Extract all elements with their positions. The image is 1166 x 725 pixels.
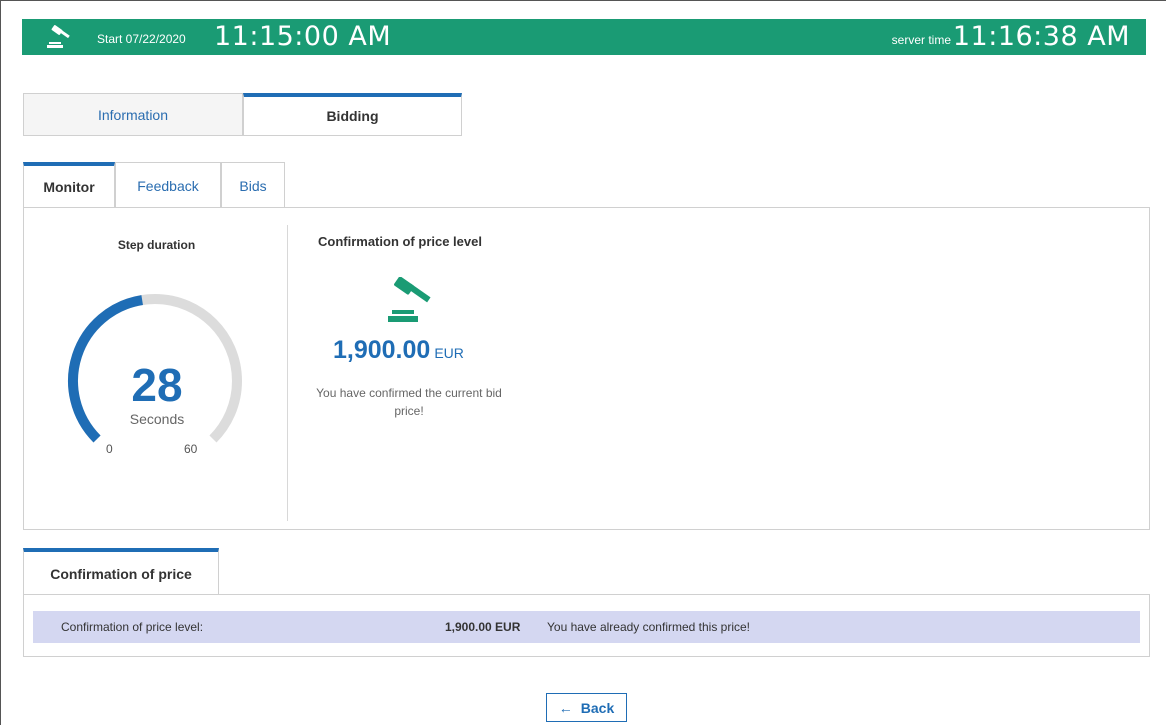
gauge-min-label: 0 <box>106 442 113 456</box>
start-time: 11:15:00 AM <box>214 21 392 52</box>
tab-bids[interactable]: Bids <box>221 162 285 208</box>
server-time: 11:16:38 AM <box>952 21 1130 52</box>
row-label: Confirmation of price level: <box>61 620 204 634</box>
start-date-label: Start 07/22/2020 <box>97 32 186 46</box>
confirmation-title: Confirmation of price level <box>318 234 482 249</box>
arrow-left-icon: ← <box>558 699 573 716</box>
gavel-icon <box>388 277 431 322</box>
step-duration-title: Step duration <box>117 238 196 252</box>
back-button[interactable]: ← Back <box>546 693 627 722</box>
window-border-top <box>0 0 1166 1</box>
row-amount: 1,900.00 EUR <box>445 620 521 634</box>
confirmed-price: 1,900.00 EUR <box>333 336 464 365</box>
tab-information[interactable]: Information <box>23 93 243 136</box>
tab-feedback[interactable]: Feedback <box>115 162 221 208</box>
price-amount: 1,900.00 <box>333 336 431 364</box>
panel-divider <box>287 225 288 521</box>
back-button-label: Back <box>580 699 615 716</box>
gauge-max-label: 60 <box>184 442 198 456</box>
tab-bidding[interactable]: Bidding <box>243 93 462 136</box>
price-currency: EUR <box>434 345 464 361</box>
price-confirmation-panel: Confirmation of price level: 1,900.00 EU… <box>23 594 1150 657</box>
monitor-panel: Step duration 28 Seconds 0 60 Confirmati… <box>23 207 1150 530</box>
gauge-value: 28 <box>131 359 183 411</box>
tab-monitor[interactable]: Monitor <box>23 162 115 208</box>
auction-header-bar: Start 07/22/2020 11:15:00 AM server time… <box>22 19 1146 55</box>
row-note: You have already confirmed this price! <box>547 620 751 634</box>
confirmation-message: You have confirmed the current bid price… <box>316 386 502 418</box>
server-time-label: server time <box>891 33 951 47</box>
gauge-unit: Seconds <box>129 411 185 427</box>
window-border-left <box>0 0 1 725</box>
table-row: Confirmation of price level: 1,900.00 EU… <box>33 611 1140 643</box>
tab-confirmation-of-price[interactable]: Confirmation of price <box>23 548 219 595</box>
gavel-icon <box>47 25 70 48</box>
